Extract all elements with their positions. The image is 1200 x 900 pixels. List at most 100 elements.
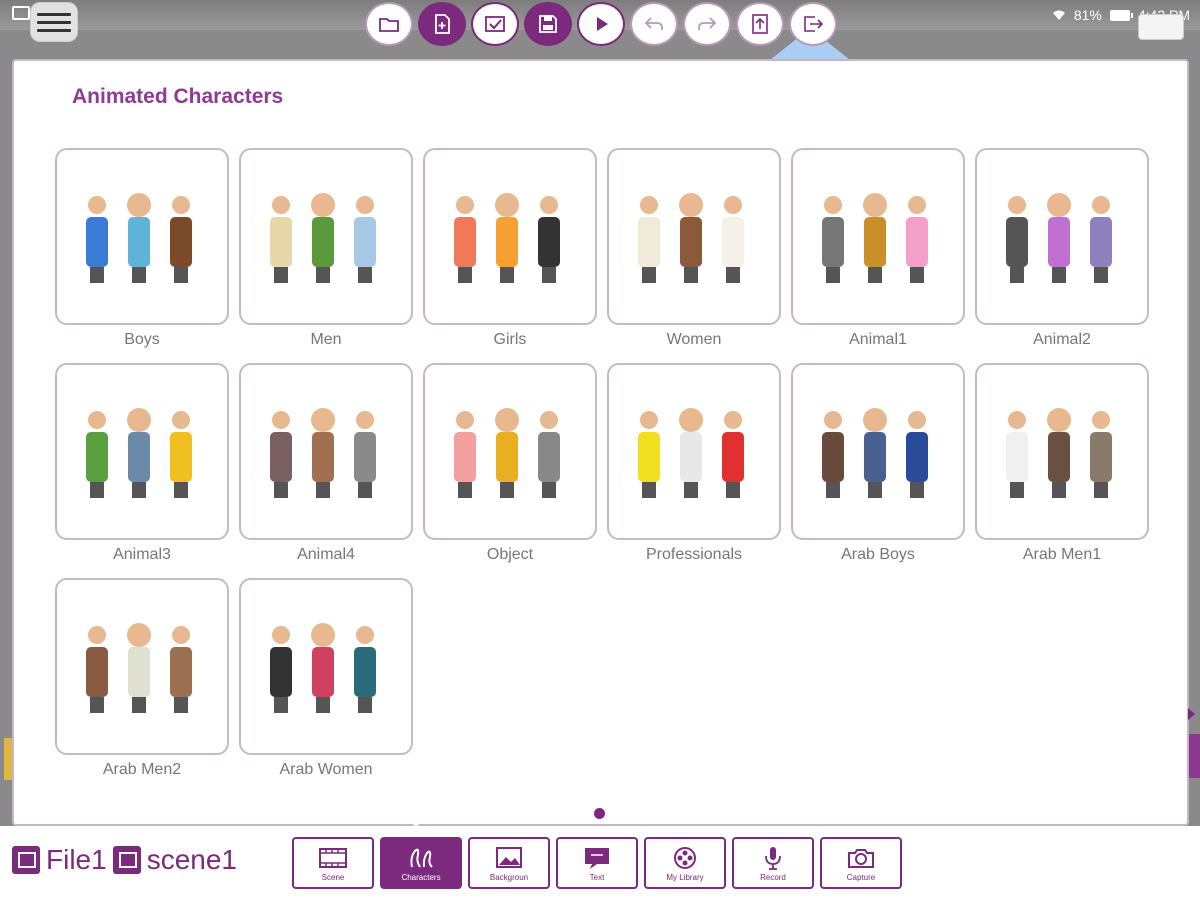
category-thumbnail[interactable]	[607, 148, 781, 325]
category-tile[interactable]: Girls	[423, 148, 597, 349]
file-name[interactable]: File1	[46, 844, 107, 876]
figure-legs	[826, 266, 840, 283]
category-label: Professionals	[645, 546, 743, 563]
open-folder-button[interactable]	[365, 2, 413, 46]
category-thumbnail[interactable]	[239, 363, 413, 540]
figure-legs	[358, 696, 372, 713]
category-thumbnail[interactable]	[975, 148, 1149, 325]
figure-body	[170, 216, 192, 267]
figure-legs	[274, 696, 288, 713]
figure-legs	[358, 266, 372, 283]
play-button[interactable]	[577, 2, 625, 46]
figure-legs	[1010, 266, 1024, 283]
category-tile[interactable]: Boys	[55, 148, 229, 349]
figure-legs	[1010, 481, 1024, 498]
figure-body	[170, 431, 192, 482]
figure-head	[908, 410, 926, 429]
character-figures-icon	[86, 192, 192, 283]
tab-scene[interactable]: Scene	[292, 837, 374, 889]
figure-body	[1006, 216, 1028, 267]
category-tile[interactable]: Animal4	[239, 363, 413, 564]
category-tile[interactable]: Animal2	[975, 148, 1149, 349]
category-tile[interactable]: Animal3	[55, 363, 229, 564]
bottom-tabs: Scene Characters Backgroun Text My Libra…	[292, 837, 902, 889]
figure-head	[356, 625, 374, 644]
character-figures-icon	[454, 407, 560, 498]
reel-icon	[674, 846, 696, 869]
figure-body	[906, 216, 928, 267]
category-thumbnail[interactable]	[55, 148, 229, 325]
category-tile[interactable]: Object	[423, 363, 597, 564]
save-button[interactable]	[524, 2, 572, 46]
category-thumbnail[interactable]	[55, 363, 229, 540]
redo-button[interactable]	[683, 2, 731, 46]
camera-icon	[848, 848, 874, 868]
category-tile[interactable]: Arab Men2	[55, 578, 229, 779]
top-right-button[interactable]	[1138, 14, 1184, 40]
figure-body	[354, 216, 376, 267]
category-tile[interactable]: Professionals	[607, 363, 781, 564]
figure-legs	[1094, 481, 1108, 498]
scene-icon	[112, 846, 141, 874]
category-label: Object	[486, 546, 534, 563]
category-thumbnail[interactable]	[239, 148, 413, 325]
tab-capture[interactable]: Capture	[820, 837, 902, 889]
new-file-button[interactable]	[418, 2, 466, 46]
battery-icon	[1109, 9, 1133, 21]
check-button[interactable]	[471, 2, 519, 46]
menu-button[interactable]	[30, 2, 78, 42]
tab-label: Capture	[846, 872, 876, 882]
character-figures-icon	[270, 407, 376, 498]
tab-characters[interactable]: Characters	[380, 837, 462, 889]
category-thumbnail[interactable]	[791, 363, 965, 540]
category-thumbnail[interactable]	[791, 148, 965, 325]
panel-title: Animated Characters	[72, 85, 284, 108]
figure-legs	[174, 266, 188, 283]
category-label: Boys	[124, 331, 160, 348]
figure-body	[638, 431, 660, 482]
figure-legs	[500, 481, 514, 498]
export-button[interactable]	[789, 2, 837, 46]
category-label: Women	[666, 331, 722, 348]
tab-label: Backgroun	[489, 872, 529, 882]
figure-body	[270, 646, 292, 697]
figure-legs	[90, 266, 104, 283]
category-thumbnail[interactable]	[423, 363, 597, 540]
figure-body	[354, 646, 376, 697]
figure-body	[1090, 216, 1112, 267]
category-tile[interactable]: Arab Men1	[975, 363, 1149, 564]
category-thumbnail[interactable]	[975, 363, 1149, 540]
figure-head	[356, 195, 374, 214]
category-thumbnail[interactable]	[55, 578, 229, 755]
figure-legs	[90, 696, 104, 713]
category-tile[interactable]: Women	[607, 148, 781, 349]
category-tile[interactable]: Arab Women	[239, 578, 413, 779]
tab-text[interactable]: Text	[556, 837, 638, 889]
scene-name[interactable]: scene1	[147, 844, 237, 876]
category-tile[interactable]: Arab Boys	[791, 363, 965, 564]
tab-record[interactable]: Record	[732, 837, 814, 889]
redo-icon	[698, 17, 717, 30]
figure-body	[312, 646, 334, 697]
upload-icon	[752, 14, 768, 34]
right-side-tab[interactable]	[1189, 734, 1200, 778]
left-side-tab[interactable]	[4, 738, 12, 780]
right-arrow-icon[interactable]	[1188, 708, 1195, 720]
category-thumbnail[interactable]	[607, 363, 781, 540]
figure-legs	[316, 481, 330, 498]
category-thumbnail[interactable]	[239, 578, 413, 755]
category-label: Animal3	[113, 546, 171, 563]
tab-my-library[interactable]: My Library	[644, 837, 726, 889]
figure-head	[272, 195, 290, 214]
category-tile[interactable]: Animal1	[791, 148, 965, 349]
figure-legs	[868, 266, 882, 283]
category-tile[interactable]: Men	[239, 148, 413, 349]
figure-legs	[726, 481, 740, 498]
tab-background[interactable]: Backgroun	[468, 837, 550, 889]
category-thumbnail[interactable]	[423, 148, 597, 325]
undo-button[interactable]	[630, 2, 678, 46]
figure-body	[128, 216, 150, 267]
upload-button[interactable]	[736, 2, 784, 46]
character-figures-icon	[638, 407, 744, 498]
figure-head	[863, 192, 887, 217]
